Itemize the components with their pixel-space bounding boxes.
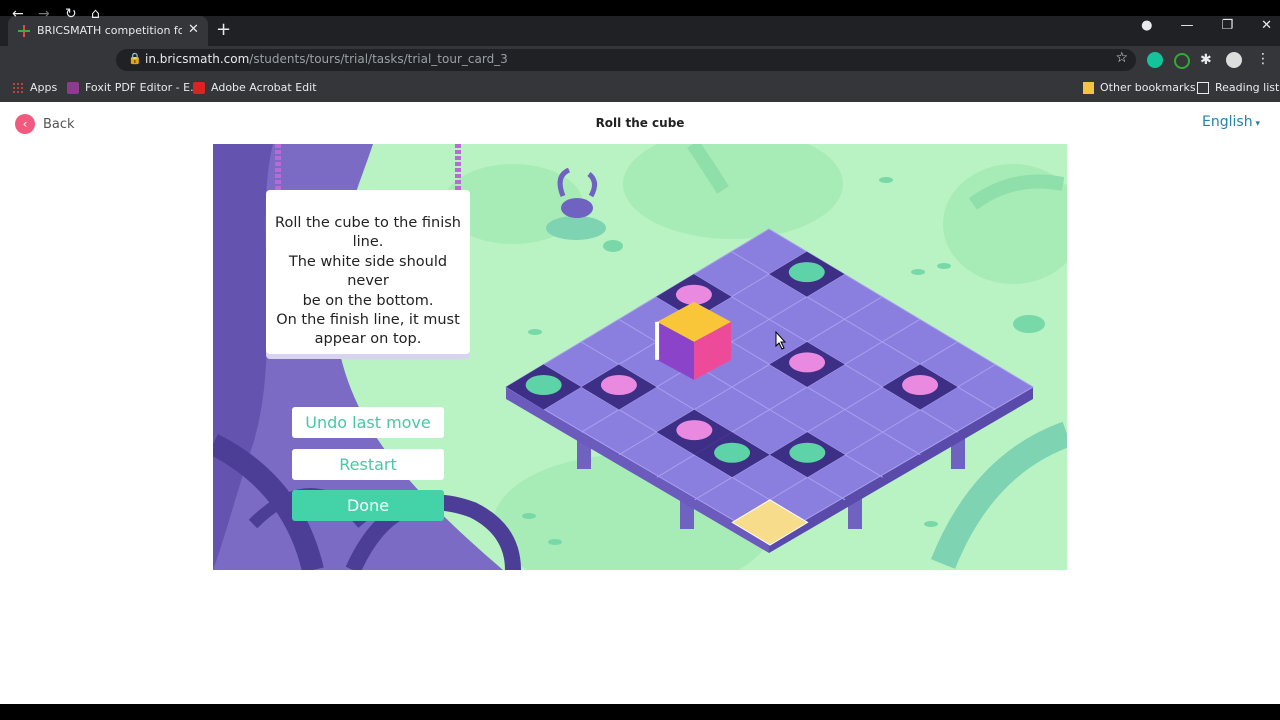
reading-list-icon	[1197, 81, 1209, 94]
shell-icon	[600, 375, 637, 395]
bookmarks-bar: Apps Foxit PDF Editor - E... Adobe Acrob…	[0, 74, 1280, 103]
instruction-line: On the finish line, it must	[276, 312, 460, 329]
lock-icon: 🔒	[128, 52, 142, 65]
forward-arrow-icon[interactable]: →	[38, 6, 50, 22]
shell-icon	[788, 262, 825, 283]
instruction-line: Roll the cube to the finish	[275, 215, 461, 231]
bricsmath-favicon-icon	[18, 25, 30, 37]
grammarly-extension-icon[interactable]	[1147, 52, 1163, 68]
page-content: ‹ Back Roll the cube English ▾ Roll the …	[0, 102, 1280, 704]
instruction-line: appear on top.	[314, 331, 422, 348]
window-controls: ● — ❐ ✕	[1141, 18, 1272, 33]
instruction-line: The white side should never	[288, 253, 448, 290]
back-chevron-icon: ‹	[15, 114, 35, 134]
caret-down-icon: ▾	[1252, 119, 1260, 129]
url-text: in.bricsmath.com/students/tours/trial/ta…	[145, 52, 508, 66]
reading-list[interactable]: Reading list	[1197, 81, 1279, 94]
shell-icon	[676, 420, 713, 441]
back-arrow-icon[interactable]: ←	[12, 6, 24, 22]
shell-icon	[525, 375, 562, 395]
puzzle-extensions-icon[interactable]: ✱	[1200, 52, 1212, 68]
apps-grid-icon	[12, 81, 24, 94]
restart-button[interactable]: Restart	[292, 449, 444, 480]
new-tab-icon[interactable]: +	[216, 19, 231, 40]
screen-bottom-border	[0, 704, 1280, 720]
shell-icon	[714, 442, 751, 463]
address-bar[interactable]: 🔒 in.bricsmath.com/students/tours/trial/…	[116, 49, 1136, 71]
shell-icon	[902, 375, 939, 395]
extension-icon[interactable]	[1174, 53, 1190, 69]
tab-search-icon[interactable]: ●	[1141, 18, 1152, 33]
reload-icon[interactable]: ↻	[65, 6, 77, 22]
restore-icon[interactable]: ❐	[1221, 18, 1233, 33]
acrobat-icon	[193, 81, 205, 94]
window-close-icon[interactable]: ✕	[1261, 18, 1272, 33]
shell-icon	[789, 442, 826, 463]
home-icon[interactable]: ⌂	[91, 6, 100, 22]
undo-button[interactable]: Undo last move	[292, 407, 444, 438]
menu-kebab-icon[interactable]: ⋮	[1256, 51, 1270, 67]
bookmark-apps[interactable]: Apps	[12, 81, 57, 94]
foxit-icon	[67, 81, 79, 94]
screen-top-border	[0, 0, 1280, 16]
folder-icon	[1083, 81, 1094, 94]
shell-icon	[789, 352, 826, 373]
bookmark-foxit[interactable]: Foxit PDF Editor - E...	[67, 81, 201, 94]
bookmark-acrobat[interactable]: Adobe Acrobat Edit	[193, 81, 317, 94]
language-selector[interactable]: English ▾	[1202, 114, 1260, 130]
minimize-icon[interactable]: —	[1180, 18, 1193, 33]
bookmark-star-icon[interactable]: ☆	[1115, 50, 1128, 66]
bookmark-other[interactable]: Other bookmarks	[1083, 81, 1196, 94]
tab-title: BRICSMATH competition for stud	[37, 24, 182, 37]
shell-icon	[675, 284, 712, 305]
tab-close-icon[interactable]: ✕	[188, 22, 199, 37]
game-canvas[interactable]: Roll the cube to the finish line. The wh…	[213, 144, 1067, 570]
instruction-line: be on the bottom.	[302, 292, 434, 309]
done-button[interactable]: Done	[292, 490, 444, 521]
back-button[interactable]: ‹ Back	[15, 114, 75, 134]
instruction-card: Roll the cube to the finish line. The wh…	[266, 190, 470, 354]
page-title: Roll the cube	[595, 116, 685, 130]
profile-avatar[interactable]	[1226, 52, 1242, 68]
instruction-line: line.	[352, 234, 384, 251]
